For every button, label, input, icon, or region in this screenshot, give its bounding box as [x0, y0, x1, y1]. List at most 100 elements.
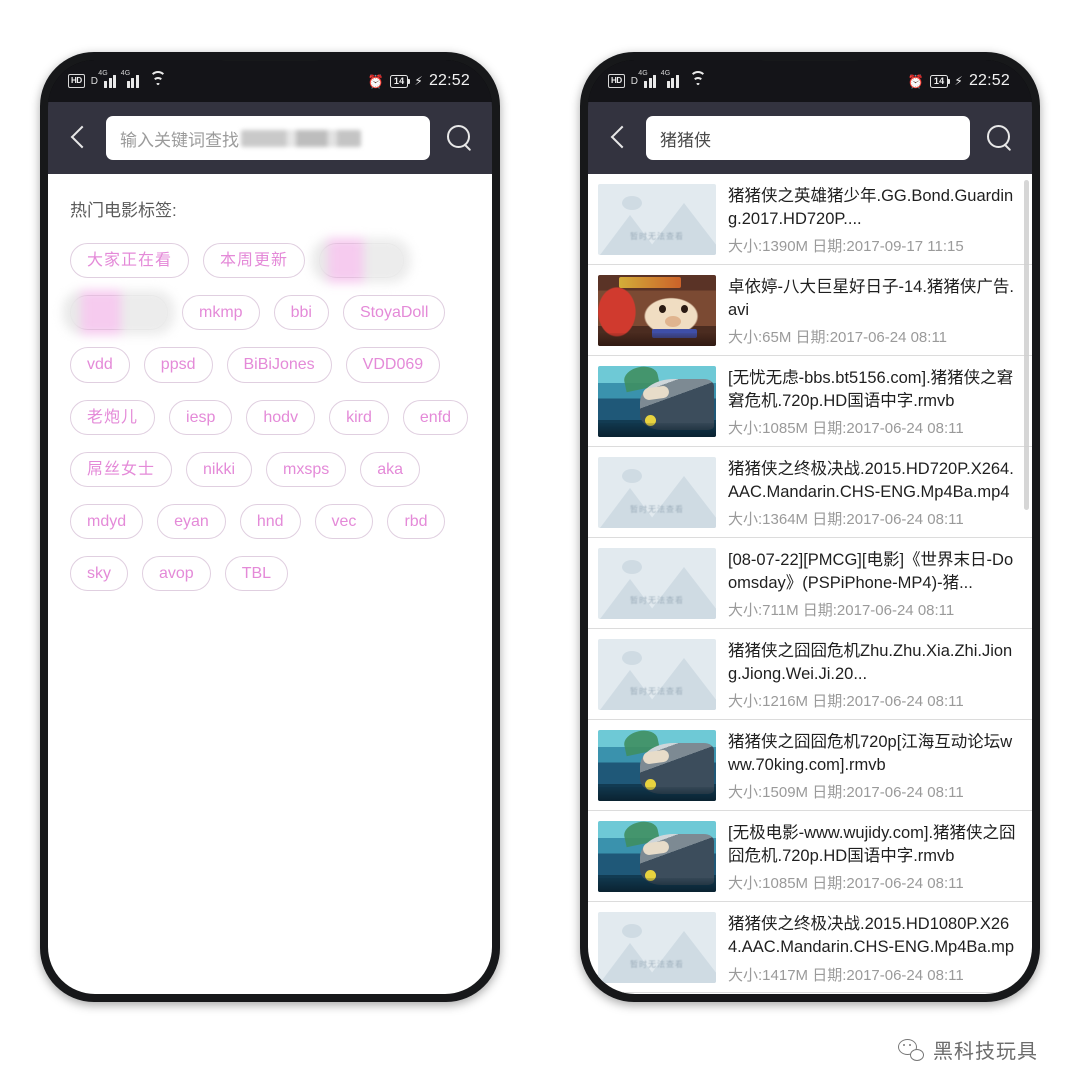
screenshot-stage: HD D 4G 4G ⏰ 14 ⚡ 22:52 输入关键词查找 热门电影标签: … — [0, 0, 1080, 1080]
result-meta: 大小:1390M 日期:2017-09-17 11:15 — [728, 235, 1016, 256]
search-placeholder-text: 输入关键词查找 — [120, 130, 239, 150]
back-chevron-icon[interactable] — [64, 123, 94, 153]
right-search-header: 猪猪侠 — [588, 102, 1032, 174]
phone-notch — [758, 52, 862, 61]
result-text-block: 猪猪侠之终极决战.2015.HD1080P.X264.AAC.Mandarin.… — [728, 912, 1016, 985]
tag-chip[interactable]: kird — [329, 399, 389, 435]
result-meta: 大小:1085M 日期:2017-06-24 08:11 — [728, 872, 1016, 893]
tag-chip[interactable]: enfd — [402, 399, 468, 435]
result-title: [无极电影-www.wujidy.com].猪猪侠之囧囧危机.720p.HD国语… — [728, 824, 1016, 866]
tag-chip[interactable]: ppsd — [143, 347, 213, 383]
result-item[interactable]: 暂时无法查看 猪猪侠之终极决战.2015.HD720P.X264.AAC.Mand… — [588, 447, 1032, 538]
tag-chip[interactable]: avop — [142, 556, 211, 592]
thumbnail-image — [598, 821, 716, 892]
tag-chip[interactable]: StoyaDoll — [342, 295, 446, 331]
signal-sim2-icon: 4G — [121, 70, 144, 88]
result-meta: 大小:711M 日期:2017-06-24 08:11 — [728, 599, 1016, 620]
tag-chip[interactable]: mxsps — [266, 451, 347, 487]
result-date: 日期:2017-06-24 08:11 — [812, 874, 964, 892]
search-input[interactable]: 输入关键词查找 — [106, 116, 430, 160]
tag-chip[interactable]: nikki — [186, 451, 253, 487]
tag-chip[interactable]: VDD069 — [345, 347, 441, 383]
vertical-scrollbar[interactable] — [1024, 180, 1029, 510]
thumbnail-caption: 暂时无法查看 — [630, 687, 684, 696]
result-date: 日期:2017-06-24 08:11 — [812, 510, 964, 528]
tag-chip[interactable]: eyan — [157, 503, 226, 540]
result-text-block: 猪猪侠之囧囧危机Zhu.Zhu.Xia.Zhi.Jiong.Jiong.Wei.… — [728, 639, 1016, 711]
result-meta: 大小:1364M 日期:2017-06-24 08:11 — [728, 508, 1016, 529]
left-phone-frame: HD D 4G 4G ⏰ 14 ⚡ 22:52 输入关键词查找 热门电影标签: … — [40, 52, 500, 1002]
result-item[interactable]: 暂时无法查看 猪猪侠之终极决战.2015.HD1080P.X264.AAC.Man… — [588, 902, 1032, 993]
search-icon[interactable] — [982, 121, 1016, 155]
tag-rows-container: 大家正在看本周更新一一一一一一一mkmpbbiStoyaDollvddppsdB… — [66, 243, 474, 592]
charging-icon: ⚡ — [414, 74, 423, 88]
tag-chip[interactable]: hnd — [239, 503, 301, 540]
result-item[interactable]: [无极电影-www.wujidy.com].猪猪侠之囧囧危机.720p.HD国语… — [588, 811, 1032, 902]
result-size: 大小:1085M — [728, 874, 809, 892]
result-title: [无忧无虑-bbs.bt5156.com].猪猪侠之窘窘危机.720p.HD国语… — [728, 369, 1014, 411]
result-title: 猪猪侠之囧囧危机Zhu.Zhu.Xia.Zhi.Jiong.Jiong.Wei.… — [728, 642, 1013, 684]
result-meta: 大小:1417M 日期:2017-06-24 08:11 — [728, 964, 1016, 985]
tag-chip[interactable]: 本周更新 — [203, 243, 306, 279]
result-item[interactable]: 猪猪侠之囧囧危机720p[江海互动论坛www.70king.com].rmvb 大… — [588, 720, 1032, 811]
result-item[interactable]: 卓依婷-八大巨星好日子-14.猪猪侠广告.avi 大小:65M 日期:2017-0… — [588, 265, 1032, 356]
status-bar-right-icons: ⏰ 14 ⚡ 22:52 — [368, 72, 471, 90]
tag-row: sky avop TBL — [66, 556, 474, 592]
signal-sim2-icon: 4G — [661, 70, 684, 88]
tag-chip[interactable]: mdyd — [70, 503, 144, 540]
thumbnail-image — [598, 730, 716, 801]
result-size: 大小:711M — [728, 601, 799, 619]
tag-chip[interactable]: BiBiJones — [226, 347, 332, 383]
result-title: 猪猪侠之终极决战.2015.HD1080P.X264.AAC.Mandarin.… — [728, 915, 1015, 957]
tag-chip[interactable]: vdd — [70, 347, 130, 383]
status-bar-left: HD D 4G 4G ⏰ 14 ⚡ 22:52 — [48, 60, 492, 102]
tag-chip[interactable]: mkmp — [182, 295, 260, 331]
thumbnail-placeholder-icon: 暂时无法查看 — [598, 548, 716, 619]
thumbnail-caption: 暂时无法查看 — [630, 960, 684, 969]
tag-chip[interactable]: 老炮儿 — [70, 399, 156, 435]
tag-row: 一一一一 mkmpbbi StoyaDoll — [66, 295, 474, 331]
thumbnail-image — [598, 366, 716, 437]
result-item[interactable]: 暂时无法查看 [08-07-22][PMCG][电影]《世界末日-Doomsday… — [588, 538, 1032, 629]
thumbnail-placeholder-icon: 暂时无法查看 — [598, 184, 716, 255]
hot-tags-title: 热门电影标签: — [70, 201, 177, 220]
status-bar-left-icons: HD D 4G 4G — [68, 70, 167, 88]
tag-row: vdd ppsd BiBiJones VDD069 — [66, 347, 474, 383]
result-title: 猪猪侠之终极决战.2015.HD720P.X264.AAC.Mandarin.C… — [728, 460, 1014, 502]
tag-chip[interactable]: 大家正在看 — [70, 243, 190, 279]
search-input[interactable]: 猪猪侠 — [646, 116, 970, 160]
battery-icon: 14 — [929, 74, 951, 88]
search-results-list[interactable]: 暂时无法查看 猪猪侠之英雄猪少年.GG.Bond.Guarding.2017.HD… — [588, 174, 1032, 994]
thumbnail-placeholder-icon: 暂时无法查看 — [598, 639, 716, 710]
tag-row: 大家正在看本周更新一一一 — [66, 243, 474, 279]
status-clock: 22:52 — [968, 72, 1010, 89]
back-chevron-icon[interactable] — [604, 123, 634, 153]
tag-chip[interactable]: hodv — [246, 399, 316, 435]
left-search-header: 输入关键词查找 — [48, 102, 492, 174]
search-icon[interactable] — [442, 121, 476, 155]
hot-tags-section: 热门电影标签: 大家正在看本周更新一一一一一一一mkmpbbiStoyaDoll… — [48, 174, 492, 592]
tag-chip[interactable]: vec — [314, 503, 374, 540]
tag-chip[interactable]: 屌丝女士 — [70, 451, 173, 487]
right-phone-frame: HD D 4G 4G ⏰ 14 ⚡ 22:52 猪猪侠 暂时无法查看 猪猪侠之英… — [580, 52, 1040, 1002]
signal-sim1-icon: 4G — [638, 70, 661, 88]
result-item[interactable]: 暂时无法查看 猪猪侠之囧囧危机Zhu.Zhu.Xia.Zhi.Jiong.Jion… — [588, 629, 1032, 720]
result-size: 大小:1390M — [728, 237, 809, 255]
tag-row: mdyd eyan hnd vec rbd — [66, 503, 474, 540]
result-title: 猪猪侠之囧囧危机720p[江海互动论坛www.70king.com].rmvb — [728, 733, 1013, 775]
tag-chip-censored[interactable]: 一一一 — [319, 243, 405, 279]
left-screen-body: 热门电影标签: 大家正在看本周更新一一一一一一一mkmpbbiStoyaDoll… — [48, 174, 492, 994]
tag-chip[interactable]: rbd — [387, 503, 445, 540]
result-item[interactable]: 暂时无法查看 猪猪侠之英雄猪少年.GG.Bond.Guarding.2017.HD… — [588, 174, 1032, 265]
result-item[interactable]: [无忧无虑-bbs.bt5156.com].猪猪侠之窘窘危机.720p.HD国语… — [588, 356, 1032, 447]
tag-chip[interactable]: iesp — [169, 399, 233, 435]
tag-chip[interactable]: sky — [70, 556, 128, 592]
tag-chip-censored[interactable]: 一一一一 — [70, 295, 169, 331]
tag-chip[interactable]: aka — [360, 451, 421, 487]
result-title: [08-07-22][PMCG][电影]《世界末日-Doomsday》(PSPi… — [728, 551, 1014, 593]
thumbnail-image — [598, 275, 716, 346]
thumbnail-caption: 暂时无法查看 — [630, 232, 684, 241]
tag-chip[interactable]: TBL — [224, 556, 289, 592]
status-clock: 22:52 — [428, 72, 470, 89]
tag-chip[interactable]: bbi — [273, 295, 329, 331]
